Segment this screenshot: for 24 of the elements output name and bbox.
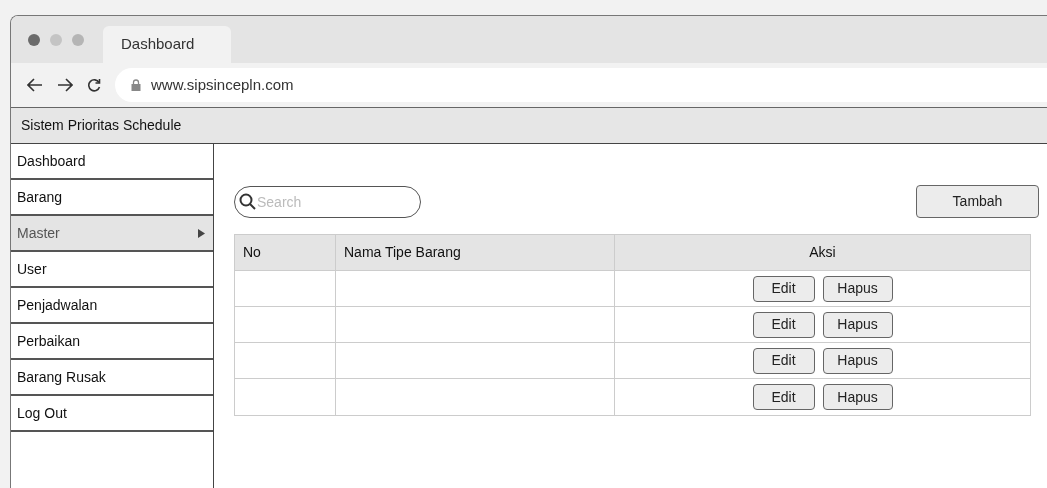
sidebar-item[interactable]: Master: [11, 216, 213, 252]
search-icon: [239, 192, 256, 210]
forward-arrow-icon[interactable]: [57, 78, 73, 92]
delete-button[interactable]: Hapus: [822, 275, 893, 302]
column-header: Nama Tipe Barang: [336, 235, 615, 270]
browser-tab[interactable]: Dashboard: [103, 26, 231, 63]
lock-icon: [131, 79, 141, 91]
edit-button[interactable]: Edit: [752, 384, 815, 410]
edit-button[interactable]: Edit: [752, 275, 815, 302]
delete-button[interactable]: Hapus: [822, 311, 893, 338]
edit-button[interactable]: Edit: [752, 311, 815, 338]
edit-button[interactable]: Edit: [752, 347, 815, 374]
column-header: No: [235, 235, 336, 270]
delete-button[interactable]: Hapus: [822, 347, 893, 374]
add-button[interactable]: Tambah: [916, 185, 1039, 218]
url-text: www.sipsincepln.com: [151, 74, 294, 95]
app-title-bar: Sistem Prioritas Schedule: [11, 108, 1047, 144]
back-arrow-icon[interactable]: [27, 78, 43, 92]
reload-icon[interactable]: [87, 78, 101, 92]
address-bar[interactable]: www.sipsincepln.com: [115, 68, 1047, 102]
window-controls-icon[interactable]: [27, 32, 87, 47]
delete-button[interactable]: Hapus: [822, 384, 893, 410]
column-header: Aksi: [808, 243, 837, 262]
search-field[interactable]: Search: [234, 185, 421, 218]
